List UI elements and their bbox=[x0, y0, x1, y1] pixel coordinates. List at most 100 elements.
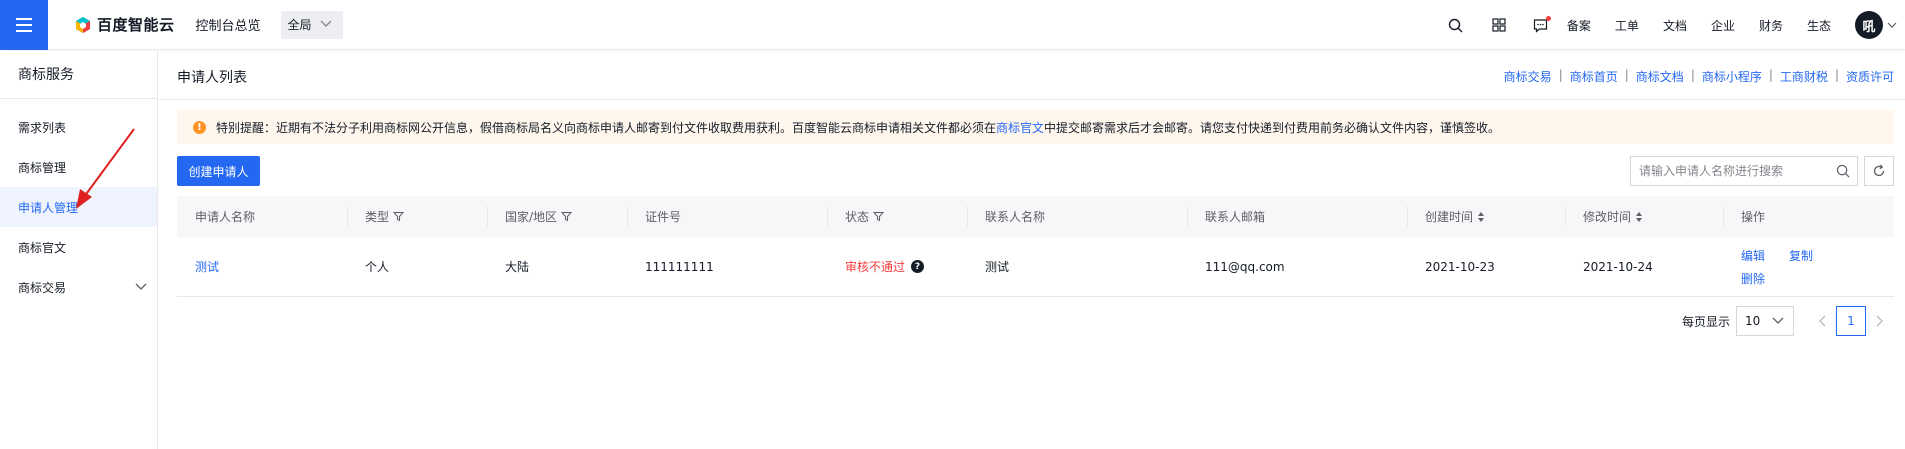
cell-id-number: 111111111 bbox=[645, 259, 714, 274]
filter-icon[interactable] bbox=[873, 211, 885, 222]
delete-button[interactable]: 删除 bbox=[1741, 270, 1789, 287]
console-overview-link[interactable]: 控制台总览 bbox=[196, 15, 261, 34]
sort-icon[interactable] bbox=[1635, 211, 1643, 223]
cell-modified: 2021-10-24 bbox=[1583, 259, 1653, 274]
separator: | bbox=[1558, 68, 1563, 82]
quick-link-miniprogram[interactable]: 商标小程序 bbox=[1702, 68, 1762, 85]
search-icon[interactable] bbox=[1446, 15, 1466, 35]
column-header-modified: 修改时间 bbox=[1565, 196, 1723, 237]
page-number-current[interactable]: 1 bbox=[1836, 306, 1866, 336]
sidebar-menu: 需求列表 商标管理 申请人管理 商标官文 商标交易 bbox=[0, 99, 157, 307]
header-divider bbox=[159, 99, 1905, 100]
search-input[interactable] bbox=[1631, 157, 1829, 185]
cell-contact-email: 111@qq.com bbox=[1205, 259, 1285, 274]
quick-links: 商标交易 | 商标首页 | 商标文档 | 商标小程序 | 工商财税 | 资质许可 bbox=[1504, 68, 1894, 85]
edit-button[interactable]: 编辑 bbox=[1741, 247, 1789, 264]
status-badge: 审核不通过 bbox=[845, 260, 906, 274]
apps-grid-icon[interactable] bbox=[1489, 15, 1509, 35]
applicant-name-link[interactable]: 测试 bbox=[195, 258, 219, 275]
filter-icon[interactable] bbox=[393, 211, 405, 222]
unread-dot bbox=[1545, 16, 1551, 21]
user-avatar[interactable]: 吼 bbox=[1855, 11, 1883, 39]
refresh-icon bbox=[1873, 164, 1885, 177]
cell-name: 测试 bbox=[177, 237, 347, 296]
cell-region: 大陆 bbox=[505, 260, 530, 274]
next-page-button[interactable] bbox=[1866, 306, 1894, 336]
column-label: 国家/地区 bbox=[505, 210, 558, 224]
sort-icon[interactable] bbox=[1477, 211, 1485, 223]
brand-logo[interactable]: 百度智能云 bbox=[74, 14, 175, 35]
column-header-type: 类型 bbox=[347, 196, 487, 237]
row-actions: 编辑 复制 删除 bbox=[1741, 247, 1829, 287]
column-label: 证件号 bbox=[645, 210, 682, 224]
hamburger-menu-button[interactable] bbox=[0, 0, 48, 50]
region-selector[interactable]: 全局 bbox=[280, 10, 343, 39]
notice-prefix: 特别提醒：近期有不法分子利用商标网公开信息，假借商标局名义向商标申请人邮寄到付文… bbox=[216, 120, 997, 135]
create-applicant-button[interactable]: 创建申请人 bbox=[177, 156, 260, 186]
column-label: 联系人邮箱 bbox=[1205, 210, 1266, 224]
page-size-value: 10 bbox=[1745, 314, 1761, 328]
chevron-down-icon[interactable] bbox=[1887, 22, 1897, 29]
column-header-actions: 操作 bbox=[1723, 196, 1894, 237]
column-label: 申请人名称 bbox=[195, 210, 256, 224]
column-label: 操作 bbox=[1741, 210, 1766, 224]
separator: | bbox=[1834, 68, 1839, 82]
sidebar-item-requirements[interactable]: 需求列表 bbox=[0, 107, 157, 147]
column-header-status: 状态 bbox=[827, 196, 967, 237]
search-icon[interactable] bbox=[1829, 164, 1857, 178]
quick-link-home[interactable]: 商标首页 bbox=[1570, 68, 1618, 85]
cell-actions: 编辑 复制 删除 bbox=[1723, 237, 1894, 296]
quick-link-license[interactable]: 资质许可 bbox=[1846, 68, 1894, 85]
nav-docs[interactable]: 文档 bbox=[1663, 17, 1687, 34]
nav-ticket[interactable]: 工单 bbox=[1615, 17, 1639, 34]
main-content: 申请人列表 商标交易 | 商标首页 | 商标文档 | 商标小程序 | 工商财税 … bbox=[159, 51, 1905, 449]
notice-text: 特别提醒：近期有不法分子利用商标网公开信息，假借商标局名义向商标申请人邮寄到付文… bbox=[216, 119, 1500, 136]
quick-link-trading[interactable]: 商标交易 bbox=[1504, 68, 1552, 85]
table-header: 申请人名称 类型 国家/地区 证件号 状态 联系人名称 联系人邮箱 创建时间 修… bbox=[177, 196, 1894, 237]
cell-status: 审核不通过 ? bbox=[827, 237, 967, 296]
nav-finance[interactable]: 财务 bbox=[1759, 17, 1783, 34]
page-size-select[interactable]: 10 bbox=[1736, 306, 1794, 336]
nav-ecosystem[interactable]: 生态 bbox=[1807, 17, 1831, 34]
sidebar-item-label: 商标交易 bbox=[18, 280, 67, 295]
chevron-down-icon bbox=[1772, 317, 1784, 324]
sidebar-item-trademark-trading[interactable]: 商标交易 bbox=[0, 267, 157, 307]
sidebar-item-official-documents[interactable]: 商标官文 bbox=[0, 227, 157, 267]
column-header-region: 国家/地区 bbox=[487, 196, 627, 237]
sidebar-item-applicant-management[interactable]: 申请人管理 bbox=[0, 187, 157, 227]
sidebar-item-label: 需求列表 bbox=[18, 120, 67, 135]
sidebar: 商标服务 需求列表 商标管理 申请人管理 商标官文 商标交易 bbox=[0, 51, 158, 449]
warning-icon: ! bbox=[193, 120, 206, 134]
quick-link-tax[interactable]: 工商财税 bbox=[1780, 68, 1828, 85]
page-title: 申请人列表 bbox=[177, 70, 247, 86]
column-label: 类型 bbox=[365, 210, 390, 224]
nav-enterprise[interactable]: 企业 bbox=[1711, 17, 1735, 34]
cell-contact-name: 测试 bbox=[985, 260, 1010, 274]
filter-icon[interactable] bbox=[561, 211, 573, 222]
brand-name: 百度智能云 bbox=[97, 16, 175, 34]
column-label: 状态 bbox=[845, 210, 870, 224]
column-label: 创建时间 bbox=[1425, 210, 1474, 224]
prev-page-button[interactable] bbox=[1808, 306, 1836, 336]
message-icon[interactable] bbox=[1531, 15, 1551, 35]
chevron-down-icon bbox=[135, 280, 147, 294]
applicant-table: 申请人名称 类型 国家/地区 证件号 状态 联系人名称 联系人邮箱 创建时间 修… bbox=[177, 196, 1894, 297]
menu-line bbox=[16, 29, 32, 32]
nav-beian[interactable]: 备案 bbox=[1567, 17, 1591, 34]
cell-created: 2021-10-23 bbox=[1425, 259, 1495, 274]
sidebar-item-trademark-management[interactable]: 商标管理 bbox=[0, 147, 157, 187]
chevron-right-icon bbox=[1876, 315, 1883, 327]
notice-link[interactable]: 商标官文 bbox=[996, 121, 1044, 135]
pagination: 每页显示 10 1 bbox=[1682, 306, 1894, 336]
column-header-name: 申请人名称 bbox=[177, 196, 347, 237]
column-header-created: 创建时间 bbox=[1407, 196, 1565, 237]
separator: | bbox=[1690, 68, 1695, 82]
help-icon[interactable]: ? bbox=[911, 260, 925, 273]
menu-line bbox=[16, 17, 32, 20]
copy-button[interactable]: 复制 bbox=[1789, 247, 1829, 264]
sidebar-item-label: 商标管理 bbox=[18, 160, 67, 175]
notice-banner: ! 特别提醒：近期有不法分子利用商标网公开信息，假借商标局名义向商标申请人邮寄到… bbox=[177, 110, 1894, 144]
region-value: 全局 bbox=[287, 18, 312, 32]
refresh-button[interactable] bbox=[1864, 156, 1894, 186]
quick-link-docs[interactable]: 商标文档 bbox=[1636, 68, 1684, 85]
